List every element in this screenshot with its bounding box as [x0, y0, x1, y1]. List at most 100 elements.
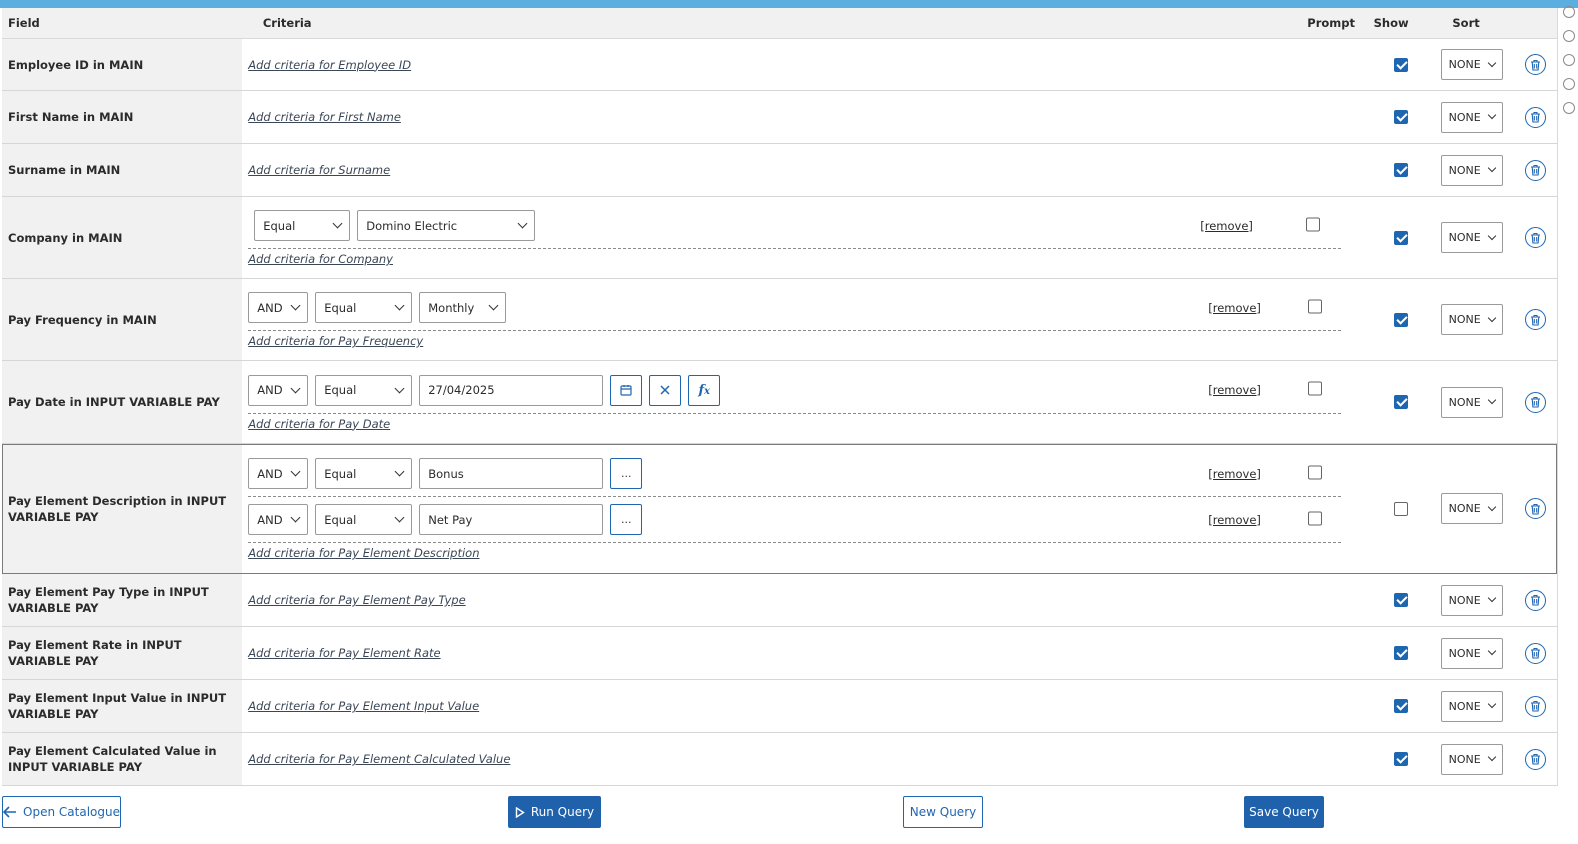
- add-criteria-link[interactable]: Add criteria for First Name: [248, 110, 401, 124]
- add-criteria-link[interactable]: Add criteria for Employee ID: [248, 58, 411, 72]
- prompt-cell: [1308, 465, 1323, 482]
- show-checkbox[interactable]: [1394, 395, 1409, 409]
- trash-icon[interactable]: [1524, 642, 1546, 664]
- chevron-down-icon: [394, 466, 405, 477]
- show-checkbox[interactable]: [1394, 752, 1409, 766]
- conjunction-select[interactable]: AND: [248, 292, 309, 323]
- save-query-button[interactable]: Save Query: [1244, 796, 1324, 828]
- lookup-button[interactable]: ...: [610, 504, 643, 535]
- value-select[interactable]: Monthly: [419, 292, 507, 323]
- function-button[interactable]: fx: [688, 374, 721, 406]
- add-criteria-link[interactable]: Add criteria for Pay Element Input Value: [248, 699, 479, 713]
- sort-select[interactable]: NONE: [1440, 222, 1503, 253]
- add-criteria-wrap: Add criteria for Pay Date: [248, 414, 1373, 437]
- radio-button[interactable]: [1563, 78, 1575, 90]
- operator-select[interactable]: Equal: [315, 374, 413, 406]
- grid-body: Employee ID in MAIN Add criteria for Empl…: [2, 39, 1557, 786]
- conjunction-select[interactable]: AND: [248, 458, 309, 489]
- lookup-button[interactable]: ...: [610, 458, 643, 489]
- radio-button[interactable]: [1563, 30, 1575, 42]
- show-checkbox[interactable]: [1394, 646, 1409, 660]
- remove-criteria-link[interactable]: [remove]: [1208, 383, 1261, 397]
- sort-select[interactable]: NONE: [1440, 690, 1503, 722]
- show-checkbox[interactable]: [1394, 593, 1409, 607]
- show-checkbox[interactable]: [1394, 110, 1409, 124]
- operator-select[interactable]: Equal: [254, 210, 351, 241]
- sort-cell: NONE: [1429, 733, 1513, 785]
- trash-icon[interactable]: [1524, 159, 1546, 181]
- add-criteria-link[interactable]: Add criteria for Pay Element Rate: [248, 646, 440, 660]
- add-criteria-link[interactable]: Add criteria for Pay Element Calculated …: [248, 752, 510, 766]
- new-query-button[interactable]: New Query: [903, 796, 983, 828]
- radio-button[interactable]: [1563, 102, 1575, 114]
- show-checkbox[interactable]: [1394, 699, 1409, 713]
- trash-icon[interactable]: [1524, 227, 1546, 248]
- value-input[interactable]: Net Pay: [419, 504, 604, 535]
- open-catalogue-button[interactable]: Open Catalogue: [2, 796, 121, 828]
- field-name: Surname in MAIN: [2, 144, 243, 196]
- prompt-checkbox[interactable]: [1308, 511, 1323, 525]
- sort-select[interactable]: NONE: [1440, 154, 1503, 186]
- sort-select[interactable]: NONE: [1440, 743, 1503, 775]
- run-query-label: Run Query: [530, 805, 595, 819]
- remove-criteria-link[interactable]: [remove]: [1208, 513, 1261, 527]
- add-criteria-link[interactable]: Add criteria for Pay Frequency: [248, 334, 423, 348]
- value-input[interactable]: Bonus: [419, 458, 604, 489]
- radio-button[interactable]: [1563, 54, 1575, 66]
- add-criteria-link[interactable]: Add criteria for Company: [248, 252, 393, 266]
- sort-cell: NONE: [1429, 279, 1513, 360]
- prompt-checkbox[interactable]: [1308, 381, 1323, 396]
- show-checkbox[interactable]: [1394, 57, 1409, 72]
- add-criteria-wrap: Add criteria for Pay Element Calculated …: [248, 752, 1373, 766]
- close-button[interactable]: [649, 374, 682, 406]
- add-criteria-link[interactable]: Add criteria for Pay Element Pay Type: [248, 593, 465, 607]
- show-checkbox[interactable]: [1394, 163, 1409, 177]
- run-query-button[interactable]: Run Query: [508, 796, 601, 828]
- add-criteria-link[interactable]: Add criteria for Pay Date: [248, 417, 390, 431]
- trash-icon[interactable]: [1524, 309, 1546, 330]
- sort-select[interactable]: NONE: [1440, 101, 1503, 133]
- trash-icon[interactable]: [1524, 498, 1546, 519]
- value-input[interactable]: 27/04/2025: [419, 374, 604, 406]
- sort-select[interactable]: NONE: [1440, 304, 1503, 335]
- trash-icon[interactable]: [1524, 748, 1546, 770]
- add-criteria-link[interactable]: Add criteria for Pay Element Description: [248, 546, 479, 560]
- operator-select[interactable]: Equal: [315, 458, 413, 489]
- conjunction-select[interactable]: AND: [248, 374, 309, 406]
- remove-criteria-link[interactable]: [remove]: [1208, 301, 1261, 315]
- trash-icon[interactable]: [1524, 54, 1546, 75]
- remove-criteria-link[interactable]: [remove]: [1208, 467, 1261, 481]
- calendar-button[interactable]: [610, 374, 643, 406]
- trash-icon[interactable]: [1524, 695, 1546, 717]
- sort-select[interactable]: NONE: [1440, 386, 1503, 418]
- prompt-checkbox[interactable]: [1308, 299, 1323, 313]
- prompt-checkbox[interactable]: [1306, 217, 1321, 231]
- trash-icon[interactable]: [1524, 391, 1546, 413]
- show-checkbox[interactable]: [1394, 230, 1409, 245]
- chevron-down-icon: [1487, 163, 1496, 173]
- chevron-down-icon: [290, 383, 301, 393]
- sort-select[interactable]: NONE: [1440, 493, 1503, 524]
- prompt-checkbox[interactable]: [1308, 465, 1323, 479]
- sort-select[interactable]: NONE: [1440, 49, 1503, 80]
- operator-select[interactable]: Equal: [315, 504, 413, 535]
- conjunction-select[interactable]: AND: [248, 504, 309, 535]
- radio-button[interactable]: [1563, 6, 1575, 18]
- value-select-value: Domino Electric: [366, 218, 458, 233]
- query-criteria-grid: Field Criteria Prompt Show Sort Employee…: [2, 8, 1558, 786]
- trash-icon[interactable]: [1524, 106, 1546, 128]
- value-select[interactable]: Domino Electric: [357, 210, 536, 241]
- add-criteria-link[interactable]: Add criteria for Surname: [248, 163, 390, 177]
- operator-select-value: Equal: [263, 218, 296, 233]
- sort-select[interactable]: NONE: [1440, 584, 1503, 616]
- conjunction-select-value: AND: [257, 383, 283, 397]
- show-checkbox[interactable]: [1394, 501, 1409, 516]
- operator-select[interactable]: Equal: [315, 292, 413, 323]
- chevron-down-icon: [1487, 699, 1496, 709]
- show-checkbox[interactable]: [1394, 312, 1409, 327]
- sort-select[interactable]: NONE: [1440, 637, 1503, 669]
- sort-cell: NONE: [1429, 91, 1513, 143]
- delete-cell: [1514, 39, 1557, 90]
- trash-icon[interactable]: [1524, 589, 1546, 611]
- remove-criteria-link[interactable]: [remove]: [1200, 219, 1253, 233]
